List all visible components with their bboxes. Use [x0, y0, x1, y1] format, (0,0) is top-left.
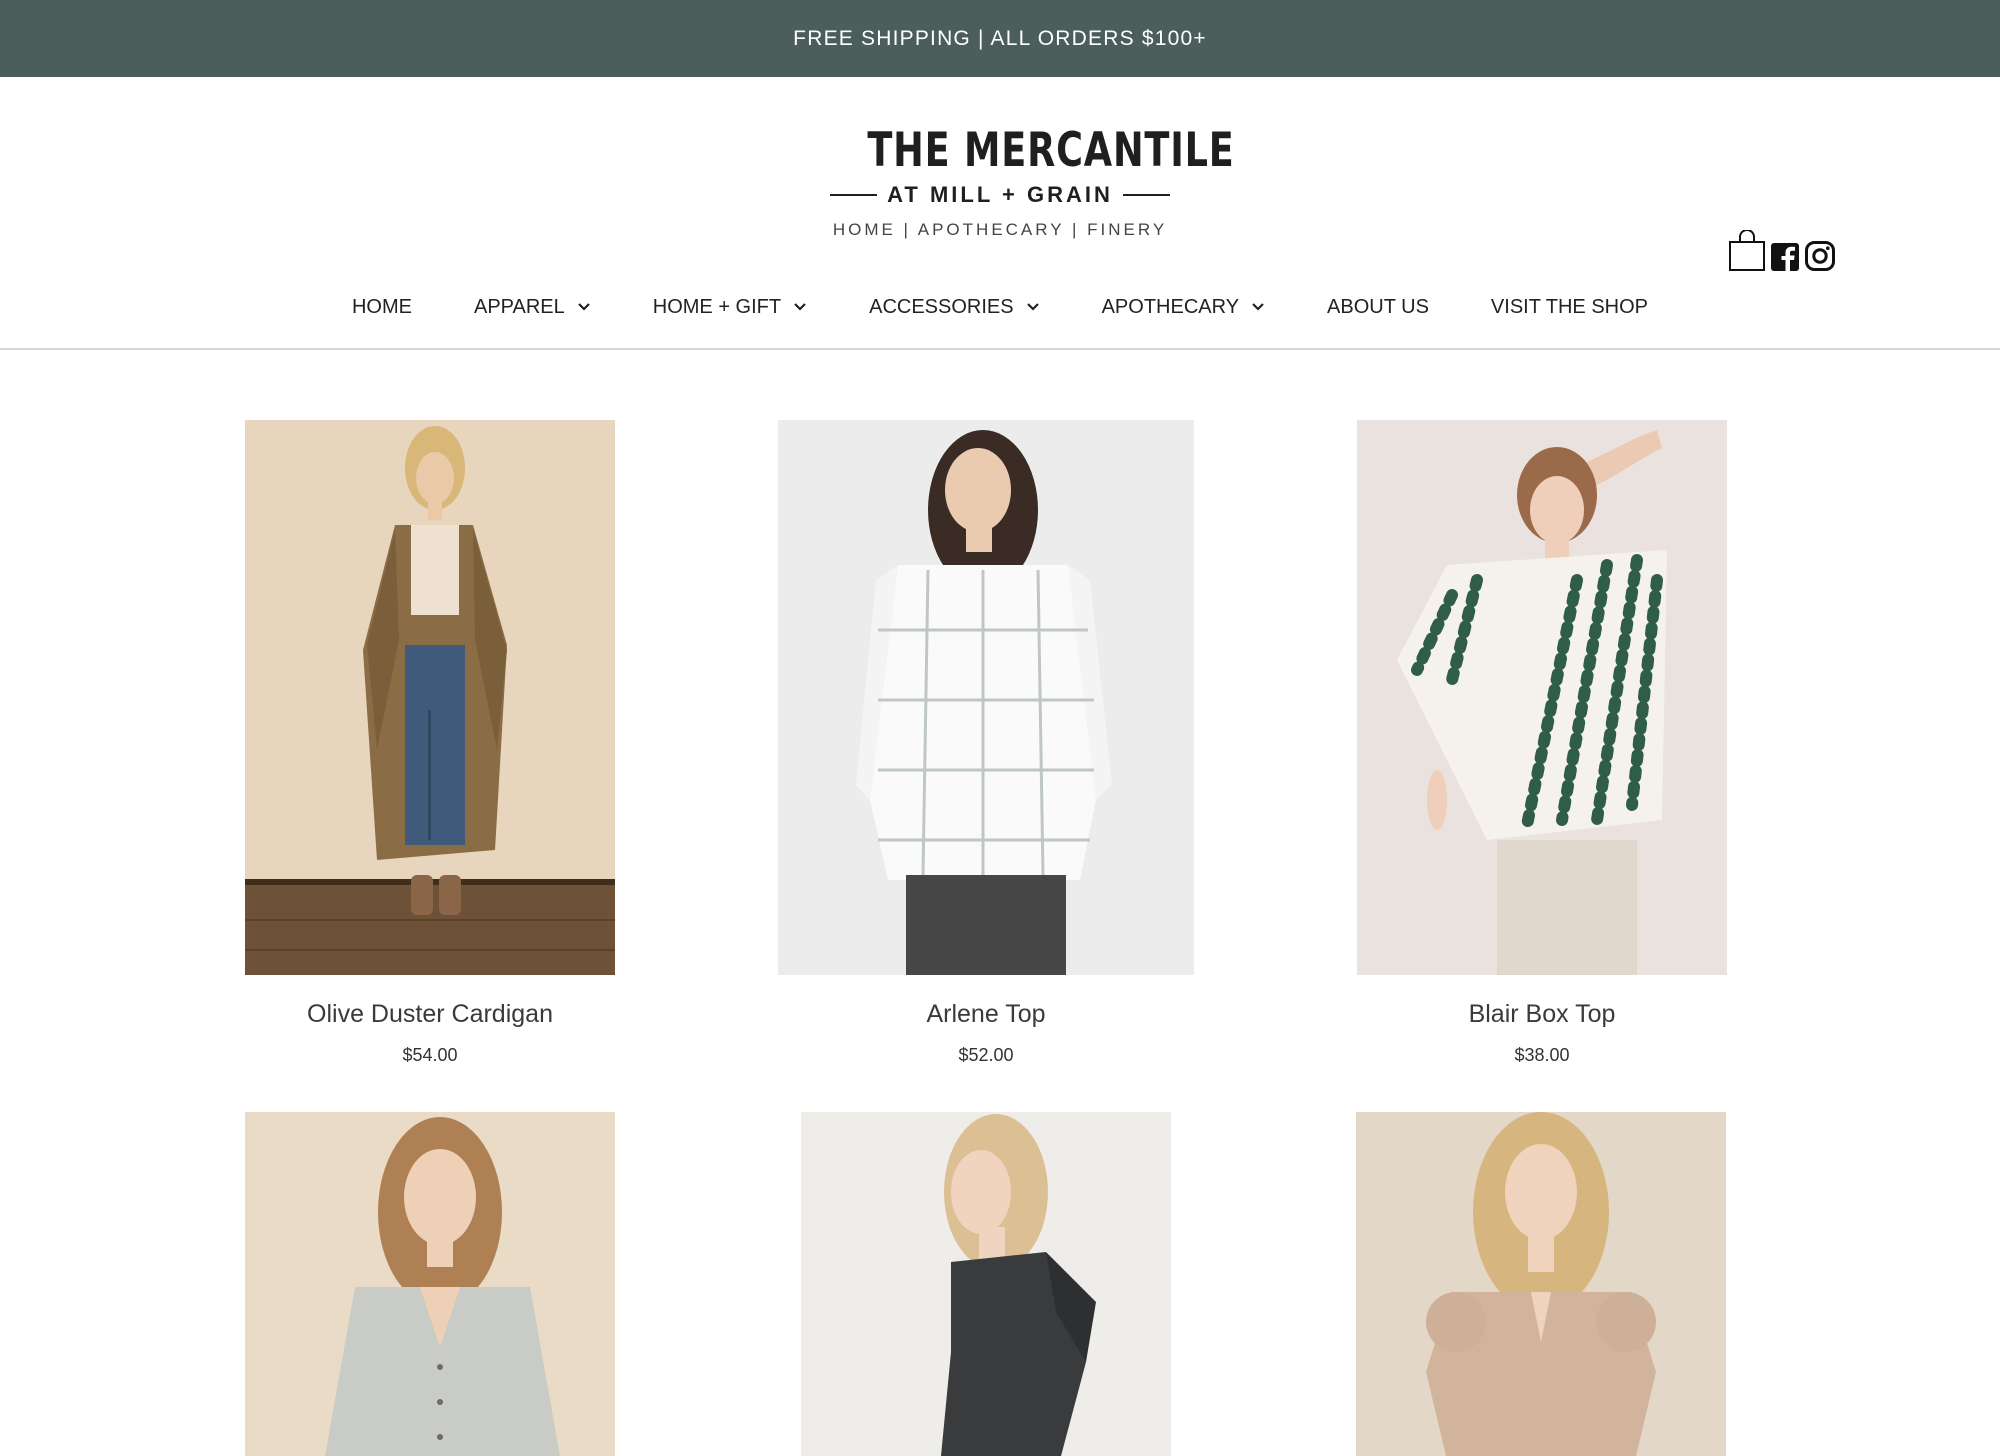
logo-subtitle: AT MILL + GRAIN	[887, 182, 1113, 207]
chevron-down-icon	[793, 302, 807, 312]
product-card[interactable]	[245, 1112, 615, 1456]
nav-item-label: APOTHECARY	[1101, 295, 1240, 318]
product-image[interactable]	[1357, 420, 1727, 975]
product-card[interactable]	[1356, 1112, 1726, 1456]
nav-item-label: ABOUT US	[1327, 295, 1429, 318]
nav-item-label: APPAREL	[473, 295, 565, 318]
product-name[interactable]: Blair Box Top	[1357, 1000, 1727, 1029]
facebook-icon[interactable]	[1770, 242, 1800, 272]
product-name[interactable]: Arlene Top	[778, 1000, 1194, 1029]
main-nav: HOME APPAREL HOME + GIFT ACCESSORIES APO…	[0, 282, 2000, 332]
site-logo[interactable]: THE MERCANTILE AT MILL + GRAIN HOME | AP…	[830, 118, 1235, 243]
product-image[interactable]	[1356, 1112, 1726, 1456]
product-card[interactable]: Olive Duster Cardigan $54.00	[245, 420, 615, 1080]
product-image[interactable]	[245, 420, 615, 975]
chevron-down-icon	[1251, 302, 1265, 312]
nav-item-apparel[interactable]: APPAREL	[474, 296, 591, 319]
nav-item-about-us[interactable]: ABOUT US	[1327, 296, 1429, 319]
product-card[interactable]	[801, 1112, 1171, 1456]
nav-item-accessories[interactable]: ACCESSORIES	[869, 296, 1039, 319]
shopping-bag-icon[interactable]	[1728, 230, 1766, 272]
chevron-down-icon	[1026, 302, 1040, 312]
nav-item-label: ACCESSORIES	[869, 295, 1014, 318]
nav-item-label: HOME	[351, 295, 412, 318]
product-price: $52.00	[958, 1045, 1014, 1065]
logo-rule-left	[830, 194, 878, 196]
nav-item-label: VISIT THE SHOP	[1490, 295, 1649, 318]
announcement-text: FREE SHIPPING | ALL ORDERS $100+	[793, 26, 1207, 50]
nav-item-label: HOME + GIFT	[652, 295, 782, 318]
logo-tagline: HOME | APOTHECARY | FINERY	[832, 220, 1168, 239]
logo-rule-right	[1122, 194, 1170, 196]
nav-divider	[0, 348, 2000, 350]
nav-item-apothecary[interactable]: APOTHECARY	[1102, 296, 1265, 319]
nav-item-visit-the-shop[interactable]: VISIT THE SHOP	[1491, 296, 1648, 319]
nav-item-home-gift[interactable]: HOME + GIFT	[653, 296, 807, 319]
product-name[interactable]: Olive Duster Cardigan	[245, 1000, 615, 1029]
announcement-bar: FREE SHIPPING | ALL ORDERS $100+	[0, 0, 2000, 77]
logo-subtitle-row: AT MILL + GRAIN	[830, 182, 1170, 208]
instagram-icon[interactable]	[1804, 240, 1836, 272]
chevron-down-icon	[577, 302, 591, 312]
logo-title: THE MERCANTILE	[867, 123, 1235, 178]
header-icons	[1728, 230, 1836, 272]
product-card[interactable]: Arlene Top $52.00	[778, 420, 1194, 1080]
product-price: $54.00	[402, 1045, 458, 1065]
product-image[interactable]	[801, 1112, 1171, 1456]
product-image[interactable]	[245, 1112, 615, 1456]
product-price: $38.00	[1514, 1045, 1570, 1065]
product-card[interactable]: Blair Box Top $38.00	[1357, 420, 1727, 1080]
nav-item-home[interactable]: HOME	[352, 296, 412, 319]
product-image[interactable]	[778, 420, 1194, 975]
